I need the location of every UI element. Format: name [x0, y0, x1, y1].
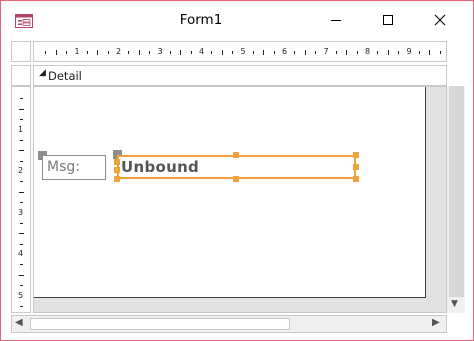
horizontal-ruler[interactable]: 1 2 3 4 5 6 7 8 9: [33, 41, 447, 62]
horizontal-scrollbar[interactable]: ◀ ▶: [11, 315, 447, 333]
ruler-tick: [377, 50, 379, 54]
ruler-tick: [273, 50, 275, 54]
msg-label-text: Msg:: [47, 159, 80, 175]
ruler-tick: [107, 50, 109, 54]
section-selector[interactable]: [11, 65, 31, 86]
ruler-number: 2: [18, 166, 24, 175]
ruler-number: 5: [240, 47, 246, 56]
ruler-tick: [19, 285, 23, 287]
ruler-tick: [232, 50, 234, 54]
resize-handle-left-mid[interactable]: [114, 167, 120, 173]
ruler-tick: [149, 50, 151, 54]
scroll-down-icon[interactable]: ▼: [451, 299, 458, 309]
maximize-button[interactable]: [363, 1, 413, 39]
ruler-tick: [169, 50, 171, 54]
ruler-tick: [19, 202, 23, 204]
ruler-tick: [19, 98, 23, 100]
ruler-tick: [252, 50, 254, 54]
close-icon: [434, 14, 446, 26]
textbox-value: Unbound: [121, 158, 200, 176]
ruler-tick: [315, 50, 317, 54]
ruler-tick: [294, 50, 296, 54]
resize-handle-left-bottom[interactable]: [114, 176, 120, 182]
ruler-tick: [19, 264, 23, 266]
vertical-scrollbar[interactable]: ▼: [446, 86, 465, 313]
ruler-tick: [66, 50, 68, 54]
ruler-tick: [221, 49, 223, 55]
vertical-ruler[interactable]: 1 2 3 4 5: [11, 86, 31, 313]
ruler-number: 9: [406, 47, 412, 56]
ruler-tick: [19, 243, 23, 245]
ruler-tick: [398, 50, 400, 54]
resize-handle-bottom-right[interactable]: [353, 176, 359, 182]
horizontal-scroll-thumb[interactable]: [30, 318, 290, 330]
ruler-tick: [18, 274, 24, 276]
resize-handle-top-mid[interactable]: [233, 152, 239, 158]
ruler-tick: [18, 233, 24, 235]
ruler-tick: [128, 50, 130, 54]
ruler-tick: [55, 49, 57, 55]
minimize-icon: [331, 20, 341, 21]
ruler-tick: [335, 50, 337, 54]
msg-label[interactable]: Msg:: [42, 155, 106, 180]
ruler-number: 1: [18, 124, 24, 134]
ruler-tick: [19, 305, 23, 307]
ruler-tick: [19, 160, 23, 162]
ruler-tick: [346, 49, 348, 55]
ruler-tick: [429, 49, 431, 55]
ruler-tick: [19, 222, 23, 224]
ruler-tick: [211, 50, 213, 54]
ruler-number: 5: [18, 290, 24, 300]
ruler-tick: [19, 119, 23, 121]
maximize-icon: [383, 15, 393, 25]
close-button[interactable]: [415, 1, 465, 39]
ruler-tick: [18, 150, 24, 152]
form-design-window: Form1 1 2 3 4 5 6 7 8 9 1 2 3 4 5 ◢ Detail Msg: Unbo…: [0, 0, 474, 341]
ruler-number: 4: [18, 249, 24, 258]
ruler-number: 3: [18, 207, 24, 217]
title-bar[interactable]: Form1: [1, 1, 473, 39]
ruler-tick: [439, 50, 441, 54]
ruler-tick: [418, 50, 420, 54]
design-canvas[interactable]: Msg: Unbound: [33, 86, 447, 313]
ruler-tick: [190, 50, 192, 54]
ruler-tick: [138, 49, 140, 55]
section-label: Detail: [48, 69, 82, 83]
ruler-tick: [356, 50, 358, 54]
minimize-button[interactable]: [311, 1, 361, 39]
ruler-tick: [387, 49, 389, 55]
scroll-right-icon[interactable]: ▶: [432, 317, 440, 328]
section-arrow-icon: ◢: [39, 68, 46, 78]
resize-handle-top-right[interactable]: [353, 152, 359, 158]
ruler-number: 7: [323, 47, 329, 56]
scroll-left-icon[interactable]: ◀: [15, 317, 23, 328]
ruler-tick: [263, 49, 265, 55]
vertical-scroll-thumb[interactable]: [449, 86, 464, 297]
ruler-tick: [180, 49, 182, 55]
detail-section-bar[interactable]: ◢ Detail: [33, 65, 447, 86]
ruler-tick: [19, 181, 23, 183]
ruler-number: 8: [365, 47, 371, 56]
ruler-tick: [45, 50, 47, 54]
ruler-tick: [19, 139, 23, 141]
ruler-tick: [86, 50, 88, 54]
form-selector[interactable]: [11, 41, 31, 62]
ruler-number: 3: [157, 47, 163, 56]
resize-handle-right-mid[interactable]: [353, 164, 359, 170]
detail-section[interactable]: Msg: Unbound: [34, 87, 426, 298]
ruler-number: 6: [282, 47, 288, 56]
ruler-tick: [304, 49, 306, 55]
ruler-tick: [18, 108, 24, 110]
resize-handle-left-top[interactable]: [114, 159, 120, 165]
resize-handle-bottom-mid[interactable]: [233, 176, 239, 182]
ruler-number: 1: [74, 47, 80, 56]
ruler-tick: [18, 191, 24, 193]
ruler-number: 2: [116, 47, 122, 56]
ruler-tick: [97, 49, 99, 55]
ruler-number: 4: [199, 47, 205, 56]
